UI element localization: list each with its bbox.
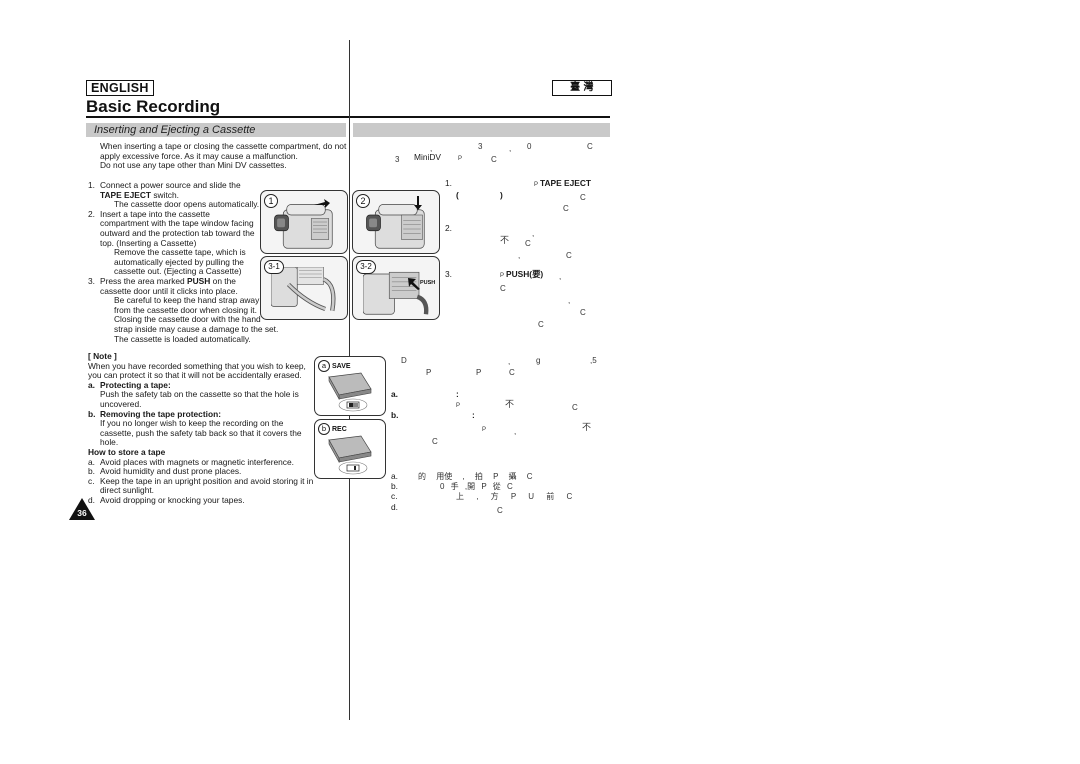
zh-text: 3 <box>478 142 483 151</box>
zh-text: : <box>472 410 475 420</box>
zh-text: ) <box>500 190 503 200</box>
zh-text: ( <box>456 190 459 200</box>
figure-panel-step-3-2: PUSH 3-2 <box>352 256 440 320</box>
store-item-text-zh: 的 用使 , 拍 P 攝 C <box>418 472 533 481</box>
note-item-label-zh: b. <box>391 410 399 420</box>
figure-panel-step-1: 1 <box>260 190 348 254</box>
push-label: PUSH <box>187 276 211 286</box>
tape-panel-save: a SAVE <box>314 356 386 416</box>
step-number: 1. <box>445 178 452 188</box>
zh-text: C <box>587 142 593 151</box>
zh-text: C <box>572 403 578 412</box>
store-item-label-zh: d. <box>391 502 398 512</box>
zh-text: C <box>580 308 586 317</box>
note-item-label: b. <box>88 408 96 419</box>
zh-text: ,5 <box>590 356 597 365</box>
zh-text: C <box>432 437 438 446</box>
arrow-right-icon <box>314 199 330 208</box>
zh-text: P <box>456 403 461 409</box>
store-item-label: c. <box>88 475 95 486</box>
step-number: 3. <box>88 276 95 286</box>
zh-text: , <box>509 144 512 153</box>
zh-text: P <box>458 156 463 162</box>
zh-text: C <box>563 204 569 213</box>
section-header-bar-zh <box>353 123 610 137</box>
zh-text: , <box>532 229 535 238</box>
figure-panel-step-2: 2 <box>352 190 440 254</box>
panel-number: 1 <box>264 194 278 208</box>
zh-text: P <box>482 427 487 433</box>
tape-eject-label-zh: TAPE EJECT <box>540 178 592 188</box>
step-number: 3. <box>445 269 452 279</box>
panel-number: 3-2 <box>356 260 376 274</box>
step-number: 1. <box>88 180 95 190</box>
cassette-tape-rec-illustration <box>328 435 372 475</box>
note-item-label: a. <box>88 379 95 390</box>
zh-text: : <box>456 389 459 399</box>
tape-panel-rec: b REC <box>314 419 386 479</box>
step-number: 2. <box>88 208 95 219</box>
zh-text: 0 <box>527 142 532 151</box>
zh-text: P <box>476 368 482 377</box>
zh-text: , <box>559 272 562 281</box>
step-number: 2. <box>445 223 452 233</box>
language-label-taiwan: 臺 灣 <box>552 80 612 96</box>
figure-panel-step-3-1: 3-1 <box>260 256 348 320</box>
store-item-label-zh: c. <box>391 491 398 501</box>
step-subtext: The cassette is loaded automatically. <box>114 333 251 344</box>
store-item-text-zh: 0 手 ,開 P 從 C <box>440 482 513 491</box>
section-header-bar: Inserting and Ejecting a Cassette <box>86 123 346 137</box>
push-label-zh: PUSH(要) <box>506 269 544 279</box>
zh-text: C <box>566 251 572 260</box>
intro-line: Do not use any tape other than Mini DV c… <box>100 160 287 171</box>
zh-text: , <box>514 427 517 436</box>
camcorder-hand-strap-illustration <box>271 267 336 312</box>
zh-text: 不 <box>500 235 510 245</box>
zh-text: , <box>508 357 511 366</box>
panel-number: 3-1 <box>264 260 284 274</box>
note-item-text: cassette, push the safety tab back so th… <box>100 427 302 438</box>
page-number: 36 <box>77 508 87 518</box>
zh-text: P <box>534 182 539 188</box>
arrow-down-icon <box>414 196 422 210</box>
zh-text: 不 <box>505 399 515 409</box>
zh-text: C <box>580 193 586 202</box>
panel-number: 2 <box>356 194 370 208</box>
tape-eject-label: TAPE EJECT <box>100 189 152 200</box>
store-item-text-zh: 上 , 方 P U 前 C <box>456 492 573 501</box>
zh-text: P <box>500 273 505 279</box>
note-item-label-zh: a. <box>391 389 398 399</box>
zh-text: C <box>491 155 497 164</box>
push-tag: PUSH <box>420 280 436 286</box>
zh-text: C <box>509 368 515 377</box>
zh-text: D <box>401 356 407 365</box>
store-item-text: Avoid dropping or knocking your tapes. <box>100 495 245 505</box>
cassette-tape-save-illustration <box>328 372 372 412</box>
section-title: Inserting and Ejecting a Cassette <box>94 124 256 136</box>
language-label-english: ENGLISH <box>86 80 154 96</box>
zh-text: 3 <box>395 155 400 164</box>
zh-text: C <box>525 239 531 248</box>
camcorder-push-door-illustration <box>363 271 429 315</box>
zh-text: C <box>500 284 506 293</box>
zh-text: P <box>426 368 432 377</box>
store-item-text-zh: C <box>497 506 503 515</box>
zh-text: 不 <box>582 422 592 432</box>
page-title: Basic Recording <box>86 97 221 116</box>
title-rule <box>86 116 610 118</box>
zh-text: g <box>536 356 541 365</box>
zh-text: , <box>568 296 571 305</box>
zh-text: , <box>518 251 521 260</box>
arrow-up-left-icon <box>408 278 420 290</box>
zh-text: MiniDV <box>414 152 441 162</box>
zh-text: C <box>538 320 544 329</box>
